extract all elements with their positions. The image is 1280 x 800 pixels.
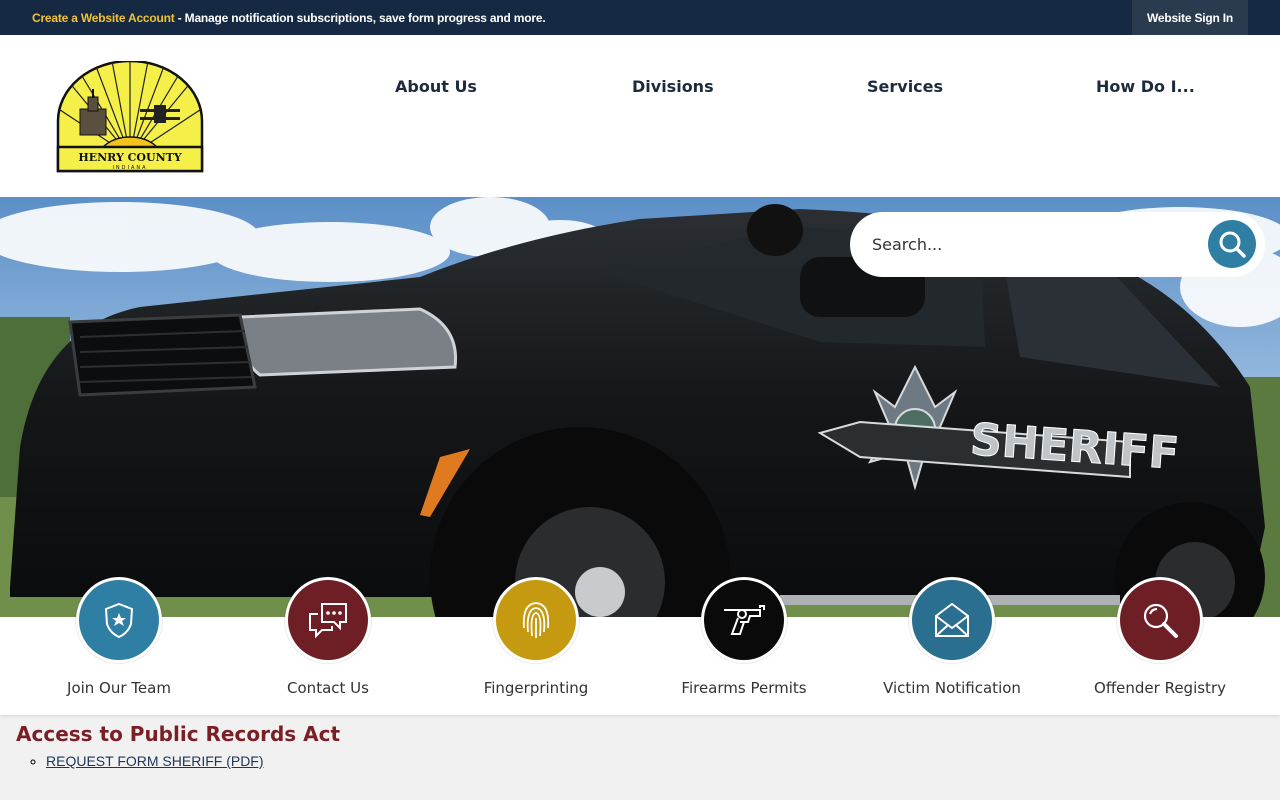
- quick-link-label: Fingerprinting: [483, 679, 589, 697]
- quick-link-contact-us[interactable]: Contact Us: [228, 577, 428, 697]
- quick-link-label: Victim Notification: [883, 679, 1021, 697]
- envelope-icon: [909, 577, 995, 663]
- page-heading: Access to Public Records Act: [16, 722, 341, 746]
- revolver-icon: [701, 577, 787, 663]
- fingerprint-icon: [493, 577, 579, 663]
- logo-text: HENRY COUNTY: [78, 151, 181, 164]
- quick-link-label: Offender Registry: [1094, 679, 1226, 697]
- create-account-link[interactable]: Create a Website Account: [32, 11, 175, 25]
- search-input[interactable]: [872, 226, 1192, 262]
- nav-how-do-i[interactable]: How Do I...: [1096, 77, 1195, 96]
- logo-subtext: INDIANA: [112, 165, 147, 171]
- quick-link-label: Firearms Permits: [681, 679, 807, 697]
- quick-link-firearms-permits[interactable]: Firearms Permits: [644, 577, 844, 697]
- main-content: Access to Public Records Act REQUEST FOR…: [0, 715, 1280, 800]
- site-header: HENRY COUNTY INDIANA About Us Divisions …: [0, 35, 1280, 197]
- quick-link-fingerprinting[interactable]: Fingerprinting: [436, 577, 636, 697]
- nav-divisions[interactable]: Divisions: [632, 77, 714, 96]
- quick-link-label: Join Our Team: [67, 679, 171, 697]
- quick-links-bar: Join Our Team Contact Us Fingerprinting …: [0, 577, 1280, 715]
- quick-link-victim-notification[interactable]: Victim Notification: [852, 577, 1052, 697]
- search-box: [850, 212, 1265, 277]
- quick-link-label: Contact Us: [287, 679, 369, 697]
- nav-about-us[interactable]: About Us: [395, 77, 477, 96]
- nav-services[interactable]: Services: [867, 77, 943, 96]
- chat-icon: [285, 577, 371, 663]
- notice-text: - Manage notification subscriptions, sav…: [174, 11, 546, 25]
- search-icon: [1219, 231, 1246, 258]
- request-form-link[interactable]: REQUEST FORM SHERIFF (PDF): [46, 753, 264, 769]
- document-list: REQUEST FORM SHERIFF (PDF): [30, 753, 264, 769]
- magnifier-icon: [1117, 577, 1203, 663]
- quick-link-offender-registry[interactable]: Offender Registry: [1060, 577, 1260, 697]
- account-notice: Create a Website Account - Manage notifi…: [32, 11, 546, 25]
- sign-in-button[interactable]: Website Sign In: [1132, 0, 1248, 35]
- list-item: REQUEST FORM SHERIFF (PDF): [46, 753, 264, 769]
- top-notice-bar: Create a Website Account - Manage notifi…: [0, 0, 1280, 35]
- quick-link-join-our-team[interactable]: Join Our Team: [19, 577, 219, 697]
- henry-county-logo[interactable]: HENRY COUNTY INDIANA: [54, 59, 206, 173]
- badge-icon: [76, 577, 162, 663]
- search-button[interactable]: [1208, 220, 1256, 268]
